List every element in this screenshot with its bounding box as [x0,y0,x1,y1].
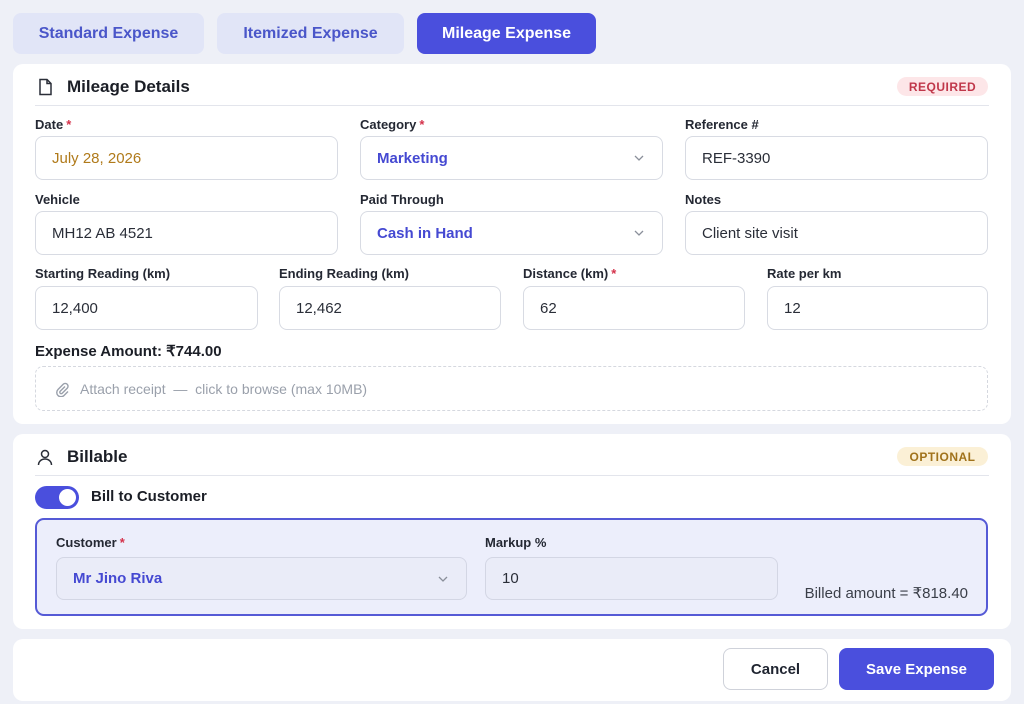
notes-field[interactable]: Client site visit [685,211,988,255]
customer-select[interactable]: Mr Jino Riva [56,557,467,600]
required-badge: REQUIRED [897,77,988,96]
chevron-down-icon [634,230,644,236]
tab-standard-expense[interactable]: Standard Expense [13,13,204,54]
billable-section-header: Billable [35,447,127,467]
billable-section-title: Billable [67,447,128,466]
cancel-button[interactable]: Cancel [723,648,828,690]
document-icon [39,78,52,96]
mileage-section-title: Mileage Details [67,77,190,96]
category-label: Category * [360,117,425,132]
bill-to-customer-toggle[interactable] [35,486,79,509]
distance-label: Distance (km) * [523,266,617,281]
tab-itemized-expense[interactable]: Itemized Expense [217,13,404,54]
mileage-section-header: Mileage Details [35,77,190,97]
ending-reading-label: Ending Reading (km) [279,266,409,281]
optional-badge: OPTIONAL [897,447,988,466]
paid-through-label: Paid Through [360,192,444,207]
attach-receipt-text: Attach receipt — click to browse (max 10… [80,380,368,397]
reference-label: Reference # [685,117,759,132]
markup-label: Markup % [485,535,547,550]
user-icon [37,449,53,466]
rate-label: Rate per km [767,266,842,281]
markup-field[interactable]: 10 [485,557,778,600]
notes-label: Notes [685,192,722,207]
billable-card: Billable OPTIONAL Bill to Customer Custo… [13,434,1011,629]
billing-details-box: Customer * Mr Jino Riva Markup % 10 Bille… [35,518,988,616]
ending-reading-field[interactable]: 12,462 [279,286,501,330]
rate-field[interactable]: 12 [767,286,988,330]
customer-label: Customer * [56,535,125,550]
tab-mileage-expense[interactable]: Mileage Expense [417,13,596,54]
mileage-details-card: Mileage Details REQUIRED Date * July 28, … [13,64,1011,424]
bill-to-customer-label: Bill to Customer [91,488,207,505]
toggle-knob [59,489,76,506]
starting-reading-label: Starting Reading (km) [35,266,171,281]
date-label: Date * [35,117,72,132]
reference-field[interactable]: REF-3390 [685,136,988,180]
expense-amount: Expense Amount: ₹744.00 [35,343,222,360]
billed-amount: Billed amount = ₹818.40 [804,585,968,602]
starting-reading-field[interactable]: 12,400 [35,286,258,330]
attach-receipt-dropzone[interactable]: Attach receipt — click to browse (max 10… [35,366,988,411]
vehicle-label: Vehicle [35,192,80,207]
section-divider [35,105,989,106]
paperclip-icon [56,382,69,397]
category-select[interactable]: Marketing [360,136,663,180]
distance-field[interactable]: 62 [523,286,745,330]
section-divider [35,475,989,476]
save-expense-button[interactable]: Save Expense [839,648,994,690]
paid-through-select[interactable]: Cash in Hand [360,211,663,255]
date-field[interactable]: July 28, 2026 [35,136,338,180]
vehicle-field[interactable]: MH12 AB 4521 [35,211,338,255]
actions-bar: Cancel Save Expense [13,639,1011,701]
chevron-down-icon [438,576,448,582]
chevron-down-icon [634,155,644,161]
